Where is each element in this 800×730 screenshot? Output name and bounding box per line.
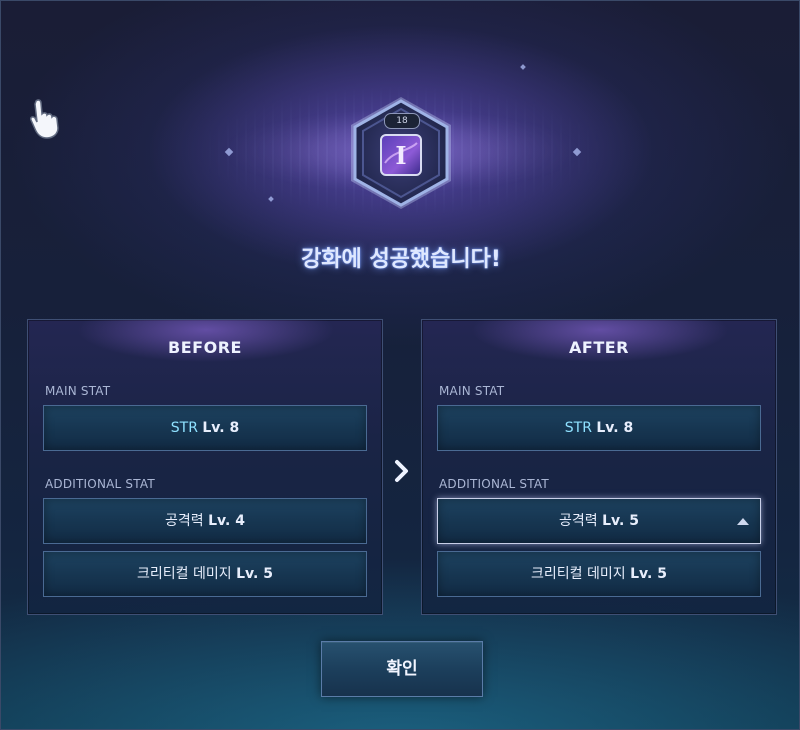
after-main-stat-label: MAIN STAT [439, 384, 505, 398]
before-additional-stat-1: 공격력 Lv. 4 [43, 498, 367, 544]
after-additional-stat-2: 크리티컬 데미지 Lv. 5 [437, 551, 761, 597]
enhancement-emblem: I [351, 97, 451, 209]
confirm-button[interactable]: 확인 [321, 641, 483, 697]
stat-level: Lv. 4 [208, 513, 245, 529]
before-header: BEFORE [28, 320, 382, 376]
stat-level: Lv. 8 [202, 420, 240, 436]
stat-level: Lv. 5 [602, 513, 639, 529]
after-main-stat: STR Lv. 8 [437, 405, 761, 451]
stat-name: 크리티컬 데미지 [137, 566, 232, 582]
stat-name: 크리티컬 데미지 [531, 566, 626, 582]
stat-name: STR [170, 420, 198, 436]
hand-cursor-icon [30, 99, 59, 139]
after-additional-stat-label: ADDITIONAL STAT [439, 477, 549, 491]
before-main-stat-label: MAIN STAT [45, 384, 111, 398]
before-panel: BEFORE MAIN STAT STR Lv. 8 ADDITIONAL ST… [27, 319, 383, 615]
success-title: 강화에 성공했습니다! [301, 247, 501, 272]
emblem-rune: I [395, 141, 406, 170]
after-additional-stat-1: 공격력 Lv. 5 [437, 498, 761, 544]
enhance-result-dialog: I 18 강화에 성공했습니다! BEFORE MAIN STAT STR Lv… [0, 0, 800, 730]
triangle-up-icon [737, 518, 749, 525]
before-main-stat: STR Lv. 8 [43, 405, 367, 451]
stat-level: Lv. 8 [596, 420, 634, 436]
stat-name: 공격력 [165, 513, 204, 529]
stat-level: Lv. 5 [236, 566, 273, 582]
before-additional-stat-label: ADDITIONAL STAT [45, 477, 155, 491]
before-additional-stat-2: 크리티컬 데미지 Lv. 5 [43, 551, 367, 597]
stat-level: Lv. 5 [630, 566, 667, 582]
emblem-level-badge: 18 [384, 113, 420, 129]
stat-name: STR [564, 420, 592, 436]
after-panel: AFTER MAIN STAT STR Lv. 8 ADDITIONAL STA… [421, 319, 777, 615]
after-header: AFTER [422, 320, 776, 376]
chevron-right-icon [395, 460, 408, 482]
stat-name: 공격력 [559, 513, 598, 529]
